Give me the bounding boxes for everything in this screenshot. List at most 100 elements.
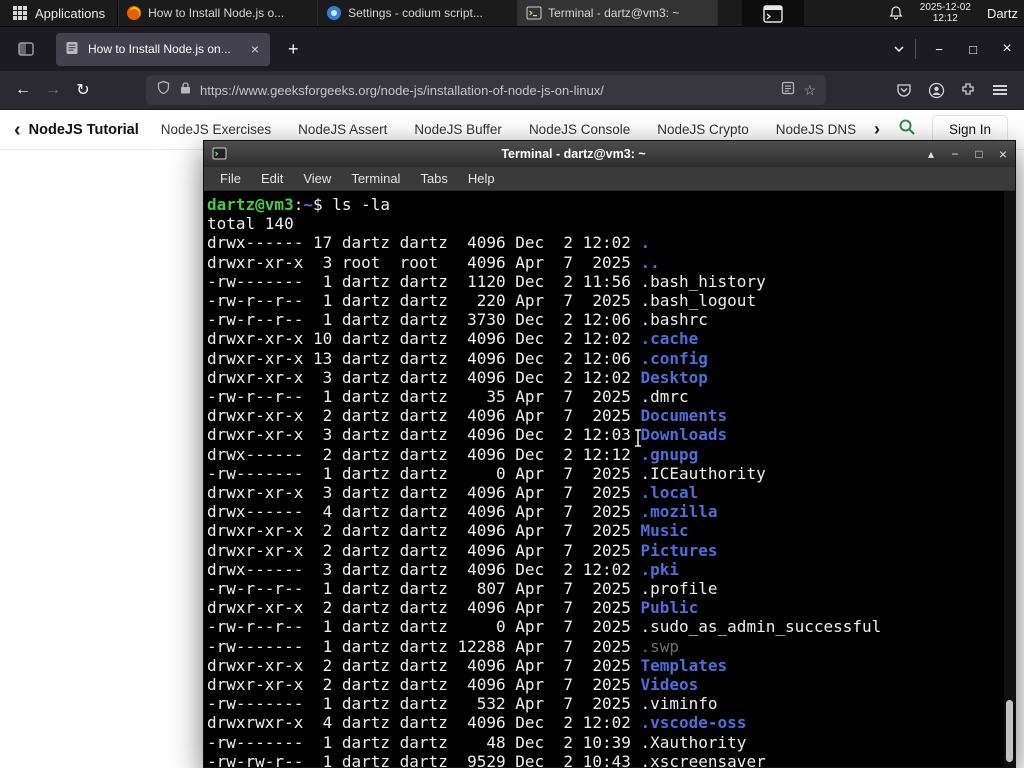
terminal-line: -rw------- 1 dartz dartz 532 Apr 7 2025 …	[207, 694, 718, 714]
terminal-line: drwxr-xr-x 2 dartz dartz 4096 Apr 7 2025…	[207, 598, 699, 618]
nav-link[interactable]: NodeJS Console	[529, 122, 630, 137]
list-all-tabs-button[interactable]	[883, 39, 916, 59]
terminal-close-button[interactable]: ×	[991, 146, 1015, 162]
window-minimize-button[interactable]: −	[922, 34, 956, 64]
terminal-line: -rw------- 1 dartz dartz 48 Dec 2 10:39 …	[207, 732, 747, 752]
terminal-line: drwxr-xr-x 10 dartz dartz 4096 Dec 2 12:…	[207, 329, 699, 349]
forward-button[interactable]: →	[38, 75, 68, 105]
url-bar[interactable]: https://www.geeksforgeeks.org/node-js/in…	[146, 75, 826, 105]
panel-clock[interactable]: 2025-12-02 12:12	[920, 2, 971, 24]
nav-link[interactable]: NodeJS Buffer	[414, 122, 502, 137]
terminal-line: -rw-r--r-- 1 dartz dartz 3730 Dec 2 12:0…	[207, 310, 708, 330]
terminal-window: Terminal - dartz@vm3: ~ ▴ − □ × File Edi…	[203, 140, 1016, 768]
terminal-scrollbar-thumb[interactable]	[1006, 700, 1013, 762]
terminal-line: drwx------ 3 dartz dartz 4096 Dec 2 12:0…	[207, 559, 680, 579]
nav-link[interactable]: NodeJS DNS	[776, 122, 856, 137]
terminal-line: -rw-r--r-- 1 dartz dartz 807 Apr 7 2025 …	[207, 579, 718, 599]
menu-help[interactable]: Help	[458, 171, 505, 186]
new-tab-button[interactable]: +	[280, 37, 307, 62]
nav-scroll-right-icon[interactable]: ›	[866, 119, 888, 140]
terminal-line: drwxr-xr-x 3 dartz dartz 4096 Apr 7 2025…	[207, 483, 699, 503]
terminal-line: -rw------- 1 dartz dartz 12288 Apr 7 202…	[207, 636, 680, 656]
browser-tab-bar: How to Install Node.js on... × + − □ ×	[0, 27, 1024, 71]
browser-tab-active[interactable]: How to Install Node.js on... ×	[56, 32, 270, 66]
terminal-line: drwxrwxr-x 4 dartz dartz 4096 Dec 2 12:0…	[207, 713, 747, 733]
panel-right-cluster: 2025-12-02 12:12 Dartz	[888, 2, 1024, 24]
terminal-line: -rw-r--r-- 1 dartz dartz 0 Apr 7 2025 .s…	[207, 617, 882, 637]
terminal-maximize-button[interactable]: □	[967, 147, 991, 161]
tab-close-icon[interactable]: ×	[249, 41, 261, 57]
terminal-line: drwxr-xr-x 2 dartz dartz 4096 Apr 7 2025…	[207, 521, 689, 541]
terminal-line: drwx------ 4 dartz dartz 4096 Apr 7 2025…	[207, 502, 718, 522]
menu-terminal[interactable]: Terminal	[341, 171, 410, 186]
menu-hamburger-icon[interactable]	[984, 75, 1016, 105]
taskbar-item-title: Terminal - dartz@vm3: ~	[548, 6, 680, 20]
desktop-panel: Applications How to Install Node.js o...…	[0, 0, 1024, 27]
terminal-body[interactable]: dartz@vm3:~$ ls -la total 140 drwx------ 1…	[204, 191, 1015, 767]
terminal-line: drwx------ 17 dartz dartz 4096 Dec 2 12:…	[207, 233, 651, 253]
pocket-icon[interactable]	[888, 75, 920, 105]
menu-file[interactable]: File	[210, 171, 251, 186]
hamburger-lines	[993, 82, 1007, 98]
back-button[interactable]: ←	[8, 75, 38, 105]
screen: Applications How to Install Node.js o...…	[0, 0, 1024, 768]
taskbar-item-settings[interactable]: Settings - codium script...	[318, 0, 519, 26]
nav-scroll-left-icon[interactable]: ‹	[0, 120, 29, 140]
applications-label: Applications	[35, 5, 106, 21]
settings-icon	[326, 5, 342, 21]
terminal-line: drwxr-xr-x 2 dartz dartz 4096 Apr 7 2025…	[207, 675, 699, 695]
terminal-window-icon	[212, 146, 228, 162]
terminal-scrollbar[interactable]	[1004, 191, 1015, 767]
terminal-icon	[526, 5, 542, 21]
terminal-line: -rw-r--r-- 1 dartz dartz 220 Apr 7 2025 …	[207, 291, 757, 311]
clock-time: 12:12	[932, 13, 958, 24]
site-nav-links: NodeJS Exercises NodeJS Assert NodeJS Bu…	[161, 122, 866, 137]
applications-grid-icon	[12, 5, 28, 21]
nav-primary-link[interactable]: NodeJS Tutorial	[29, 122, 139, 138]
reload-button[interactable]: ↻	[68, 75, 98, 105]
taskbar-item-title: Settings - codium script...	[348, 6, 483, 20]
terminal-titlebar[interactable]: Terminal - dartz@vm3: ~ ▴ − □ ×	[204, 141, 1015, 167]
terminal-line: drwxr-xr-x 2 dartz dartz 4096 Apr 7 2025…	[207, 540, 718, 560]
tracking-shield-icon[interactable]	[156, 80, 171, 100]
bookmark-star-icon[interactable]: ☆	[803, 82, 816, 99]
nav-link[interactable]: NodeJS Crypto	[657, 122, 749, 137]
url-text[interactable]: https://www.geeksforgeeks.org/node-js/in…	[200, 83, 773, 98]
taskbar-item-title: How to Install Node.js o...	[148, 6, 285, 20]
tabbar-right-cluster: − □ ×	[883, 34, 1024, 64]
clock-date: 2025-12-02	[919, 2, 971, 13]
nav-link[interactable]: NodeJS Assert	[298, 122, 387, 137]
taskbar-item-terminal[interactable]: Terminal - dartz@vm3: ~	[518, 0, 719, 26]
terminal-line: -rw-r--r-- 1 dartz dartz 35 Apr 7 2025 .…	[207, 387, 689, 407]
search-icon[interactable]	[898, 118, 916, 141]
tab-title: How to Install Node.js on...	[88, 42, 231, 56]
terminal-line: -rw------- 1 dartz dartz 1120 Dec 2 11:5…	[207, 271, 766, 291]
tray-terminal-icon[interactable]	[762, 3, 784, 25]
nav-link[interactable]: NodeJS Exercises	[161, 122, 271, 137]
extensions-icon[interactable]	[952, 75, 984, 105]
terminal-title: Terminal - dartz@vm3: ~	[501, 147, 646, 161]
account-icon[interactable]	[920, 75, 952, 105]
applications-menu-button[interactable]: Applications	[0, 0, 117, 26]
browser-toolbar: ← → ↻ https://www.geeksforgeeks.org/node…	[0, 71, 1024, 110]
terminal-line: drwxr-xr-x 3 dartz dartz 4096 Dec 2 12:0…	[207, 425, 728, 445]
tray-area	[742, 0, 804, 27]
window-close-button[interactable]: ×	[990, 34, 1024, 64]
terminal-line: dartz@vm3:~$ ls -la	[207, 195, 391, 214]
terminal-output: dartz@vm3:~$ ls -la total 140 drwx------ 1…	[207, 195, 1003, 767]
taskbar-item-firefox[interactable]: How to Install Node.js o...	[118, 0, 319, 26]
menu-edit[interactable]: Edit	[251, 171, 293, 186]
firefox-view-button[interactable]	[12, 35, 40, 63]
terminal-shade-button[interactable]: ▴	[919, 147, 943, 161]
reader-mode-icon[interactable]	[781, 81, 795, 100]
user-label: Dartz	[986, 5, 1018, 21]
terminal-line: -rw-rw-r-- 1 dartz dartz 9529 Dec 2 10:4…	[207, 751, 766, 767]
menu-tabs[interactable]: Tabs	[410, 171, 457, 186]
firefox-icon	[126, 5, 142, 21]
terminal-line: drwxr-xr-x 3 root root 4096 Apr 7 2025 .…	[207, 252, 660, 272]
window-maximize-button[interactable]: □	[956, 34, 990, 64]
padlock-icon[interactable]	[179, 81, 192, 100]
terminal-minimize-button[interactable]: −	[943, 147, 967, 161]
menu-view[interactable]: View	[293, 171, 341, 186]
notification-bell-icon[interactable]	[888, 5, 904, 21]
